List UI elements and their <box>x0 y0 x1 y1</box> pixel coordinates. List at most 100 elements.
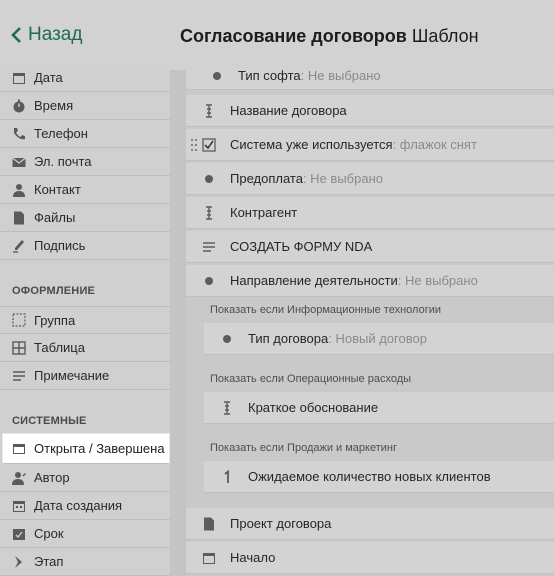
sidebar-item-signature[interactable]: Подпись <box>0 232 170 260</box>
sidebar-item-date[interactable]: Дата <box>0 70 170 92</box>
condition-label: Показать если Продажи и маркетинг <box>210 442 398 454</box>
field-row-business-area[interactable]: Направление деятельности : Не выбрано <box>186 265 554 297</box>
back-label: Назад <box>28 24 83 45</box>
sidebar-item-time[interactable]: Время <box>0 92 170 120</box>
condition-label: Показать если Операционные расходы <box>210 373 412 385</box>
field-row-system-in-use[interactable]: Система уже используется : флажок снят <box>186 129 554 161</box>
sidebar-item-label: Примечание <box>34 368 110 383</box>
field-value: : флажок снят <box>392 137 477 152</box>
sidebar-item-phone[interactable]: Телефон <box>0 120 170 148</box>
field-row-software-type[interactable]: Тип софта : Не выбрано <box>186 70 554 90</box>
field-row-prepayment[interactable]: Предоплата : Не выбрано <box>186 163 554 195</box>
text-field-icon <box>202 103 216 118</box>
number-icon <box>220 469 234 484</box>
file-icon <box>202 517 216 531</box>
field-label: Направление деятельности <box>230 273 398 288</box>
file-icon <box>12 211 26 225</box>
sidebar-item-label: Этап <box>34 554 64 569</box>
field-row-create-nda[interactable]: СОЗДАТЬ ФОРМУ NDA <box>186 231 554 263</box>
table-icon <box>12 340 26 355</box>
calendar-created-icon <box>12 499 26 513</box>
form-field-list: Тип софта : Не выбрано Название договора… <box>186 70 554 576</box>
back-button[interactable]: Назад <box>10 24 82 46</box>
field-label: Система уже используется <box>230 137 393 152</box>
page-title-suffix: Шаблон <box>411 26 479 46</box>
divider-column <box>170 70 186 576</box>
field-row-start[interactable]: Начало <box>186 542 554 574</box>
field-label: Тип софта <box>238 70 301 83</box>
sidebar-item-files[interactable]: Файлы <box>0 204 170 232</box>
chevron-left-icon <box>11 27 21 43</box>
field-label: СОЗДАТЬ ФОРМУ NDA <box>230 239 373 254</box>
sidebar-item-label: Открыта / Завершена <box>34 441 165 456</box>
sidebar-item-label: Срок <box>34 526 64 541</box>
sidebar-item-email[interactable]: Эл. почта <box>0 148 170 176</box>
field-row-justification[interactable]: Краткое обоснование <box>204 392 554 424</box>
note-icon <box>202 240 216 254</box>
author-icon <box>12 471 26 485</box>
drag-handle-icon[interactable] <box>190 138 198 152</box>
stage-icon <box>12 555 26 569</box>
sidebar-section-design: ОФОРМЛЕНИЕ <box>12 285 96 297</box>
sidebar-item-author[interactable]: Автор <box>0 464 170 492</box>
sidebar-item-label: Таблица <box>34 340 85 355</box>
field-value: : Не выбрано <box>302 171 383 186</box>
field-palette-sidebar: Дата Время Телефон Эл. почта Контакт Фай… <box>0 70 170 576</box>
field-label: Проект договора <box>230 516 332 531</box>
condition-label: Показать если Информационные технологии <box>210 304 441 316</box>
radio-icon <box>202 172 216 186</box>
field-label: Краткое обоснование <box>248 400 379 415</box>
field-label: Предоплата <box>230 171 303 186</box>
sidebar-item-stage[interactable]: Этап <box>0 548 170 576</box>
text-field-icon <box>202 205 216 220</box>
calendar-icon <box>12 71 26 85</box>
person-icon <box>12 183 26 197</box>
sidebar-item-label: Контакт <box>34 182 81 197</box>
radio-icon <box>202 274 216 288</box>
sidebar-item-table[interactable]: Таблица <box>0 334 170 362</box>
sidebar-item-label: Группа <box>34 312 76 328</box>
stopwatch-icon <box>12 99 26 113</box>
field-label: Тип договора <box>248 331 329 346</box>
sidebar-item-label: Телефон <box>34 126 88 141</box>
radio-icon <box>220 332 234 346</box>
phone-icon <box>12 127 26 141</box>
sidebar-item-label: Файлы <box>34 210 76 225</box>
field-value: : Не выбрано <box>300 70 381 83</box>
field-label: Контрагент <box>230 205 298 220</box>
conditional-block: Показать если Информационные технологии … <box>186 299 554 506</box>
sidebar-item-contact[interactable]: Контакт <box>0 176 170 204</box>
page-title-main: Согласование договоров <box>180 26 407 46</box>
field-row-contract-draft[interactable]: Проект договора <box>186 508 554 540</box>
top-bar: Назад Согласование договоров Шаблон <box>0 0 554 70</box>
field-value: : Новый договор <box>328 331 427 346</box>
status-icon <box>12 442 26 456</box>
checkbox-icon <box>202 137 216 152</box>
group-icon <box>12 313 26 327</box>
deadline-icon <box>12 527 26 541</box>
pen-icon <box>12 239 26 253</box>
sidebar-item-created-date[interactable]: Дата создания <box>0 492 170 520</box>
field-row-expected-clients[interactable]: Ожидаемое количество новых клиентов <box>204 461 554 493</box>
sidebar-item-note[interactable]: Примечание <box>0 362 170 390</box>
sidebar-item-label: Дата создания <box>34 498 123 513</box>
sidebar-section-system: СИСТЕМНЫЕ <box>12 415 87 427</box>
sidebar-item-label: Время <box>34 98 74 113</box>
field-label: Начало <box>230 550 276 565</box>
sidebar-item-deadline[interactable]: Срок <box>0 520 170 548</box>
text-field-icon <box>220 400 234 415</box>
sidebar-item-label: Дата <box>34 70 63 85</box>
field-label: Название договора <box>230 103 347 118</box>
calendar-icon <box>202 551 216 565</box>
field-row-contract-name[interactable]: Название договора <box>186 95 554 127</box>
sidebar-item-label: Эл. почта <box>34 154 92 169</box>
radio-icon <box>210 70 224 83</box>
field-row-contract-type[interactable]: Тип договора : Новый договор <box>204 323 554 355</box>
note-icon <box>12 369 26 383</box>
sidebar-item-open-closed[interactable]: Открыта / Завершена <box>3 434 169 464</box>
sidebar-item-group[interactable]: Группа <box>0 306 170 334</box>
field-value: : Не выбрано <box>397 273 478 288</box>
field-row-counterparty[interactable]: Контрагент <box>186 197 554 229</box>
sidebar-item-label: Подпись <box>34 238 86 253</box>
envelope-icon <box>12 155 26 169</box>
